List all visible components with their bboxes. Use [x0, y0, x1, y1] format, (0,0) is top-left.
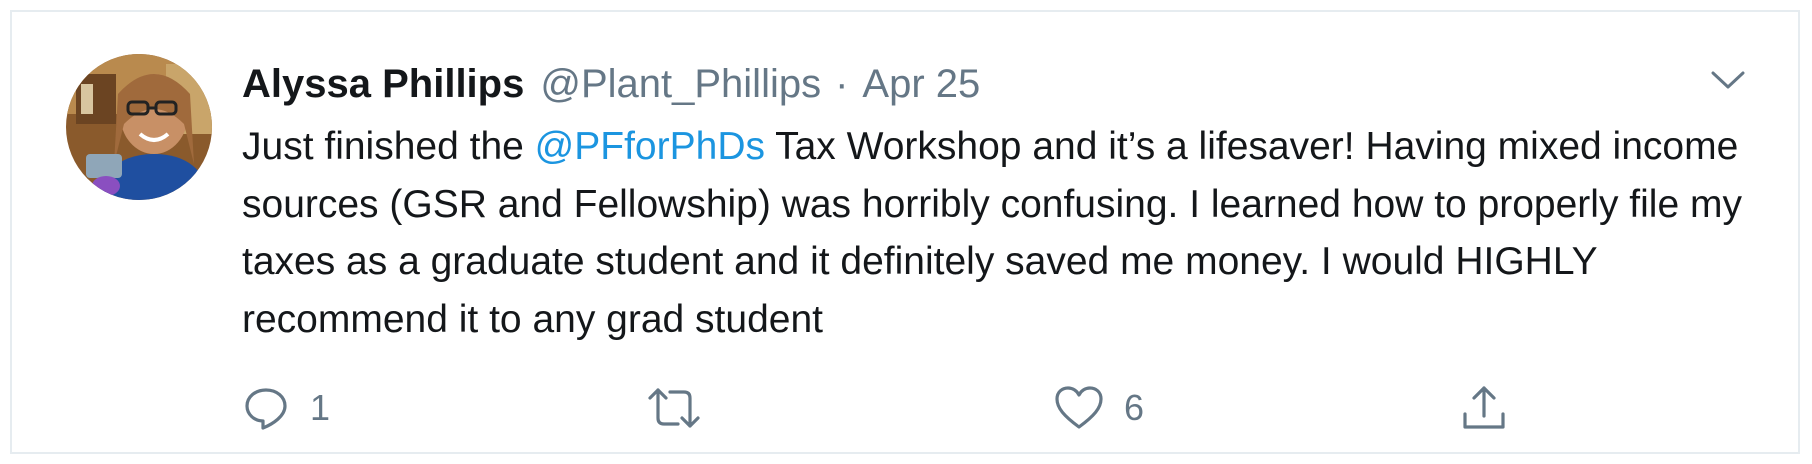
more-options-button[interactable]: [1704, 60, 1752, 100]
avatar[interactable]: [66, 54, 212, 200]
like-button[interactable]: 6: [1054, 380, 1144, 436]
author-handle[interactable]: @Plant_Phillips: [540, 56, 821, 112]
chevron-down-icon: [1711, 71, 1745, 89]
share-icon: [1463, 386, 1505, 429]
tweet-content: Alyssa Phillips @Plant_Phillips · Apr 25…: [242, 56, 1745, 348]
heart-icon: [1055, 386, 1103, 429]
like-count: 6: [1124, 387, 1145, 428]
separator-dot: ·: [835, 62, 849, 106]
reply-icon: [245, 388, 287, 430]
tweet-card[interactable]: Alyssa Phillips @Plant_Phillips · Apr 25…: [10, 10, 1800, 454]
share-button[interactable]: [1460, 380, 1508, 436]
retweet-button[interactable]: [648, 380, 720, 436]
reply-count: 1: [310, 387, 331, 428]
avatar-image: [66, 54, 212, 200]
tweet-actions: 1 6: [242, 380, 1542, 436]
author-display-name[interactable]: Alyssa Phillips: [242, 56, 524, 112]
tweet-text: Just finished the @PFforPhDs Tax Worksho…: [242, 118, 1782, 348]
retweet-icon: [648, 388, 700, 428]
reply-button[interactable]: 1: [242, 380, 330, 436]
tweet-date[interactable]: Apr 25: [862, 56, 980, 112]
mention-link[interactable]: @PFforPhDs: [535, 125, 765, 168]
tweet-header: Alyssa Phillips @Plant_Phillips · Apr 25: [242, 56, 1738, 112]
tweet-text-before-mention: Just finished the: [242, 125, 535, 168]
